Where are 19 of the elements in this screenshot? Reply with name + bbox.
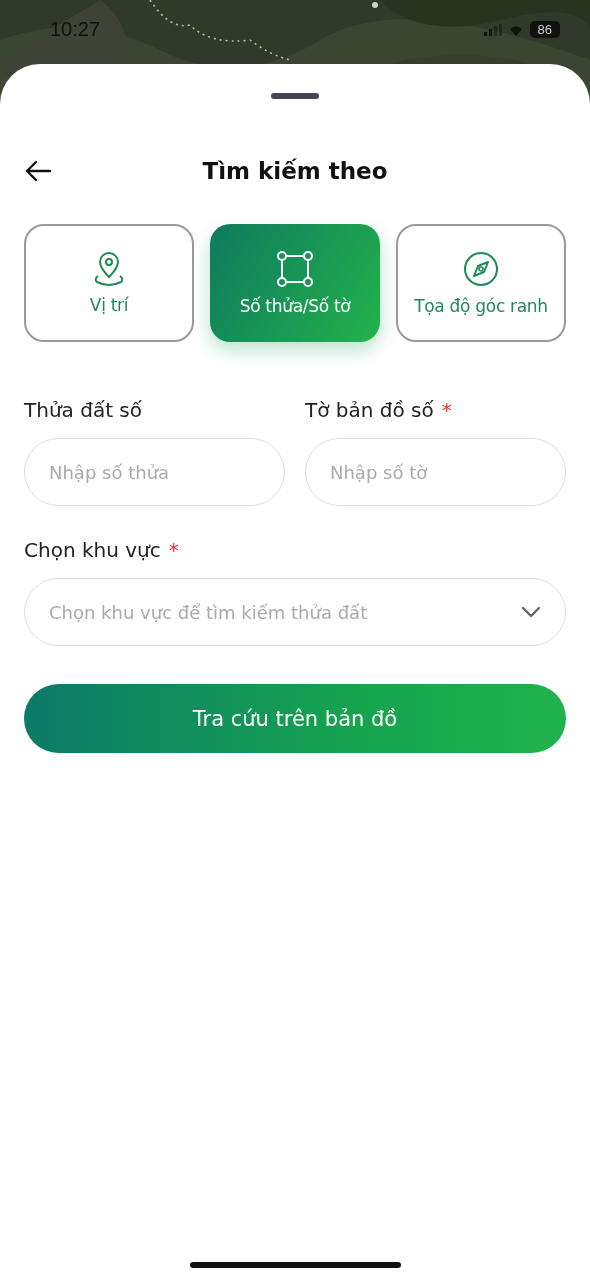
search-mode-tab[interactable]: Số thửa/Số tờ — [210, 224, 380, 342]
sheet-title: Tìm kiếm theo — [202, 158, 388, 184]
search-map-button[interactable]: Tra cứu trên bản đồ — [24, 684, 566, 753]
square-nodes-icon — [276, 250, 314, 288]
back-button[interactable] — [24, 159, 52, 183]
input-field[interactable]: Nhập số tờ — [305, 438, 566, 506]
field-label: Chọn khu vực — [24, 538, 161, 562]
required-asterisk: * — [168, 538, 179, 562]
required-asterisk: * — [441, 398, 452, 422]
search-mode-tab[interactable]: Vị trí — [24, 224, 194, 342]
drag-handle[interactable] — [271, 93, 319, 99]
input-field[interactable]: Nhập số thửa — [24, 438, 285, 506]
field-label: Thửa đất số — [24, 398, 142, 422]
field-label: Tờ bản đồ số — [305, 398, 434, 422]
battery-level: 86 — [529, 21, 560, 38]
compass-icon — [462, 250, 500, 288]
search-mode-tab[interactable]: Tọa độ góc ranh — [396, 224, 566, 342]
chevron-down-icon — [521, 606, 541, 618]
signal-icon — [483, 23, 502, 36]
